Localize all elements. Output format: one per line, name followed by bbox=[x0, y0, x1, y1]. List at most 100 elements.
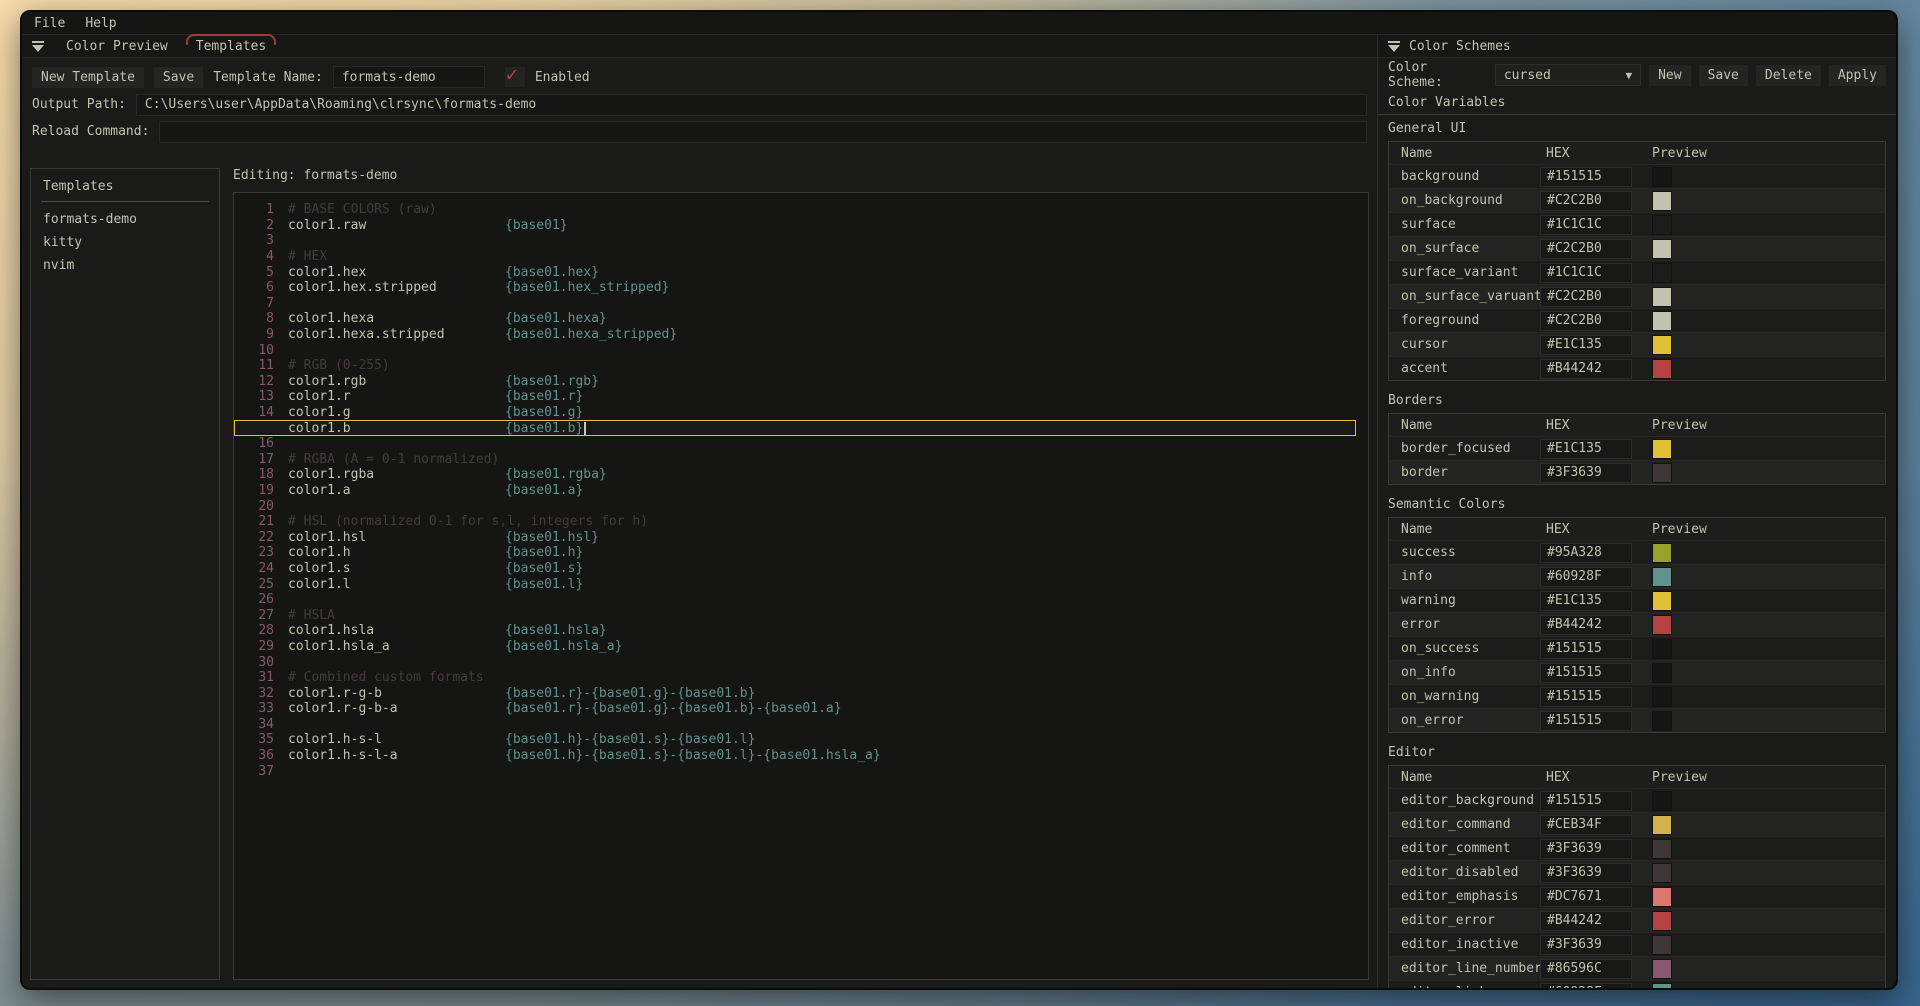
editor-line[interactable]: 23 color1.h {base01.h} bbox=[234, 545, 1368, 561]
color-variable-row[interactable]: editor_background #151515 bbox=[1389, 788, 1885, 812]
editor-line[interactable]: 9 color1.hexa.stripped {base01.hexa_stri… bbox=[234, 327, 1368, 343]
scheme-new-button[interactable]: New bbox=[1649, 65, 1690, 86]
template-name-input[interactable]: formats-demo bbox=[333, 66, 485, 88]
scheme-delete-button[interactable]: Delete bbox=[1756, 65, 1821, 86]
menu-help[interactable]: Help bbox=[85, 16, 116, 31]
template-editor[interactable]: 1 # BASE COLORS (raw) 2 color1.raw {base… bbox=[233, 192, 1369, 980]
color-variable-row[interactable]: background #151515 bbox=[1389, 164, 1885, 188]
editor-line[interactable]: 34 bbox=[234, 717, 1368, 733]
color-variable-row[interactable]: on_background #C2C2B0 bbox=[1389, 188, 1885, 212]
hex-input[interactable]: #3F3639 bbox=[1540, 863, 1632, 883]
hex-input[interactable]: #CEB34F bbox=[1540, 815, 1632, 835]
color-variable-row[interactable]: editor_link #60928F bbox=[1389, 980, 1885, 988]
color-variable-row[interactable]: success #95A328 bbox=[1389, 540, 1885, 564]
editor-line[interactable]: 7 bbox=[234, 296, 1368, 312]
editor-line[interactable]: 13 color1.r {base01.r} bbox=[234, 389, 1368, 405]
color-variable-row[interactable]: accent #B44242 bbox=[1389, 356, 1885, 380]
editor-line[interactable]: 37 bbox=[234, 763, 1368, 779]
editor-line[interactable]: 20 bbox=[234, 498, 1368, 514]
hex-input[interactable]: #95A328 bbox=[1540, 543, 1632, 563]
color-variable-row[interactable]: surface_variant #1C1C1C bbox=[1389, 260, 1885, 284]
hex-input[interactable]: #E1C135 bbox=[1540, 591, 1632, 611]
hex-input[interactable]: #86596C bbox=[1540, 959, 1632, 979]
editor-line[interactable]: 24 color1.s {base01.s} bbox=[234, 561, 1368, 577]
color-variable-row[interactable]: editor_line_number #86596C bbox=[1389, 956, 1885, 980]
color-variable-row[interactable]: surface #1C1C1C bbox=[1389, 212, 1885, 236]
color-variable-row[interactable]: info #60928F bbox=[1389, 564, 1885, 588]
editor-line[interactable]: 28 color1.hsla {base01.hsla} bbox=[234, 623, 1368, 639]
hex-input[interactable]: #3F3639 bbox=[1540, 935, 1632, 955]
editor-line[interactable]: 10 bbox=[234, 342, 1368, 358]
editor-line[interactable]: 5 color1.hex {base01.hex} bbox=[234, 264, 1368, 280]
editor-line[interactable]: 2 color1.raw {base01} bbox=[234, 218, 1368, 234]
editor-line[interactable]: 18 color1.rgba {base01.rgba} bbox=[234, 467, 1368, 483]
color-variable-row[interactable]: editor_command #CEB34F bbox=[1389, 812, 1885, 836]
hex-input[interactable]: #60928F bbox=[1540, 567, 1632, 587]
color-variable-row[interactable]: editor_comment #3F3639 bbox=[1389, 836, 1885, 860]
editor-line[interactable]: 4 # HEX bbox=[234, 249, 1368, 265]
hex-input[interactable]: #E1C135 bbox=[1540, 439, 1632, 459]
hex-input[interactable]: #151515 bbox=[1540, 687, 1632, 707]
editor-line[interactable]: 3 bbox=[234, 233, 1368, 249]
color-variable-row[interactable]: on_warning #151515 bbox=[1389, 684, 1885, 708]
tab-templates[interactable]: Templates bbox=[190, 37, 272, 56]
color-variable-row[interactable]: editor_inactive #3F3639 bbox=[1389, 932, 1885, 956]
color-schemes-panel[interactable]: Color Schemes Color Scheme: cursed ▼ New… bbox=[1378, 35, 1896, 988]
color-variable-row[interactable]: cursor #E1C135 bbox=[1389, 332, 1885, 356]
editor-line[interactable]: 16 bbox=[234, 436, 1368, 452]
hex-input[interactable]: #B44242 bbox=[1540, 911, 1632, 931]
scheme-save-button[interactable]: Save bbox=[1699, 65, 1748, 86]
editor-line[interactable]: 26 bbox=[234, 592, 1368, 608]
color-variable-row[interactable]: on_error #151515 bbox=[1389, 708, 1885, 732]
hex-input[interactable]: #3F3639 bbox=[1540, 463, 1632, 483]
editor-line[interactable]: 25 color1.l {base01.l} bbox=[234, 576, 1368, 592]
editor-line[interactable]: 30 bbox=[234, 654, 1368, 670]
enabled-checkbox[interactable]: ✓ bbox=[505, 67, 525, 87]
color-variable-row[interactable]: editor_disabled #3F3639 bbox=[1389, 860, 1885, 884]
hex-input[interactable]: #B44242 bbox=[1540, 615, 1632, 635]
editor-line[interactable]: 1 # BASE COLORS (raw) bbox=[234, 202, 1368, 218]
color-variable-row[interactable]: foreground #C2C2B0 bbox=[1389, 308, 1885, 332]
editor-line[interactable]: 14 color1.g {base01.g} bbox=[234, 405, 1368, 421]
hex-input[interactable]: #151515 bbox=[1540, 167, 1632, 187]
editor-line[interactable]: 27 # HSLA bbox=[234, 607, 1368, 623]
hex-input[interactable]: #E1C135 bbox=[1540, 335, 1632, 355]
hex-input[interactable]: #C2C2B0 bbox=[1540, 239, 1632, 259]
editor-line[interactable]: 31 # Combined custom formats bbox=[234, 670, 1368, 686]
editor-line[interactable]: 12 color1.rgb {base01.rgb} bbox=[234, 374, 1368, 390]
editor-line[interactable]: 11 # RGB (0-255) bbox=[234, 358, 1368, 374]
editor-line[interactable]: 29 color1.hsla_a {base01.hsla_a} bbox=[234, 639, 1368, 655]
hex-input[interactable]: #B44242 bbox=[1540, 359, 1632, 379]
color-variable-row[interactable]: error #B44242 bbox=[1389, 612, 1885, 636]
hex-input[interactable]: #1C1C1C bbox=[1540, 263, 1632, 283]
hex-input[interactable]: #C2C2B0 bbox=[1540, 311, 1632, 331]
editor-line[interactable]: 36 color1.h-s-l-a {base01.h}-{base01.s}-… bbox=[234, 748, 1368, 764]
new-template-button[interactable]: New Template bbox=[32, 67, 144, 88]
hex-input[interactable]: #1C1C1C bbox=[1540, 215, 1632, 235]
reload-command-input[interactable] bbox=[159, 121, 1367, 143]
scheme-apply-button[interactable]: Apply bbox=[1829, 65, 1886, 86]
editor-line[interactable]: 33 color1.r-g-b-a {base01.r}-{base01.g}-… bbox=[234, 701, 1368, 717]
color-variable-row[interactable]: border_focused #E1C135 bbox=[1389, 436, 1885, 460]
editor-line[interactable]: 32 color1.r-g-b {base01.r}-{base01.g}-{b… bbox=[234, 685, 1368, 701]
editor-line[interactable]: 6 color1.hex.stripped {base01.hex_stripp… bbox=[234, 280, 1368, 296]
color-variable-row[interactable]: editor_error #B44242 bbox=[1389, 908, 1885, 932]
editor-line[interactable]: 21 # HSL (normalized 0-1 for s,l, intege… bbox=[234, 514, 1368, 530]
color-variable-row[interactable]: on_success #151515 bbox=[1389, 636, 1885, 660]
editor-line[interactable]: 19 color1.a {base01.a} bbox=[234, 483, 1368, 499]
editor-line[interactable]: 8 color1.hexa {base01.hexa} bbox=[234, 311, 1368, 327]
editor-line[interactable]: 22 color1.hsl {base01.hsl} bbox=[234, 529, 1368, 545]
collapse-panel-icon[interactable] bbox=[1388, 41, 1400, 52]
output-path-input[interactable]: C:\Users\user\AppData\Roaming\clrsync\fo… bbox=[136, 94, 1367, 116]
hex-input[interactable]: #C2C2B0 bbox=[1540, 287, 1632, 307]
hex-input[interactable]: #151515 bbox=[1540, 791, 1632, 811]
hex-input[interactable]: #DC7671 bbox=[1540, 887, 1632, 907]
hex-input[interactable]: #151515 bbox=[1540, 663, 1632, 683]
editor-line[interactable]: 35 color1.h-s-l {base01.h}-{base01.s}-{b… bbox=[234, 732, 1368, 748]
hex-input[interactable]: #C2C2B0 bbox=[1540, 191, 1632, 211]
editor-line[interactable]: 17 # RGBA (A = 0-1 normalized) bbox=[234, 452, 1368, 468]
template-list-item[interactable]: nvim bbox=[31, 254, 219, 277]
hex-input[interactable]: #60928F bbox=[1540, 983, 1632, 989]
color-variable-row[interactable]: on_surface_varuant #C2C2B0 bbox=[1389, 284, 1885, 308]
save-template-button[interactable]: Save bbox=[154, 67, 203, 88]
